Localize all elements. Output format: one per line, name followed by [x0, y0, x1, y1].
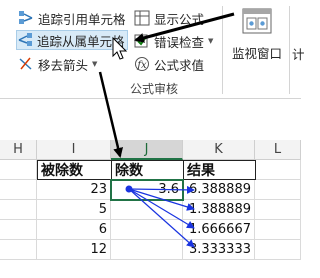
mouse-cursor-icon [112, 36, 128, 60]
trace-dependent-arrow [128, 188, 195, 211]
trace-dependent-arrow [128, 188, 195, 248]
annotation-arrow [134, 12, 235, 43]
arrow-overlay [98, 12, 235, 248]
trace-dependent-arrow [128, 188, 195, 229]
trace-dependent-arrow [128, 185, 195, 194]
annotation-arrow [98, 71, 124, 158]
